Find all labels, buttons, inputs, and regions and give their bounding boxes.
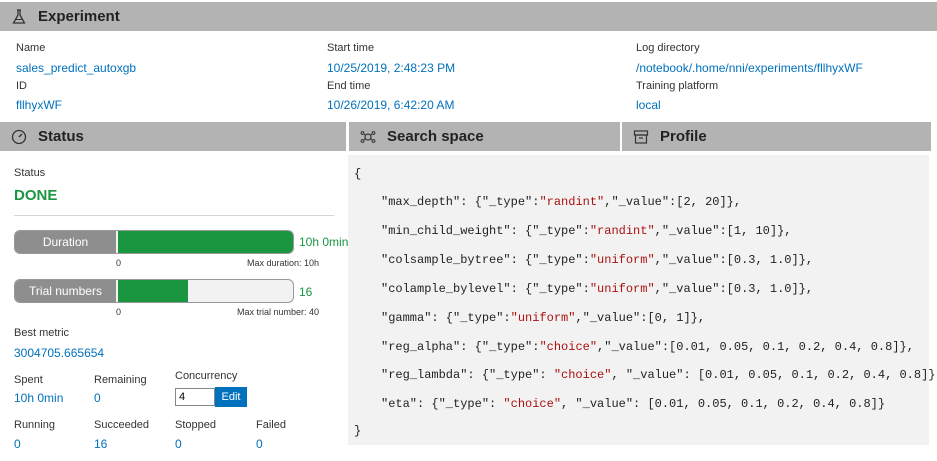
training-platform-value: local [636,98,661,112]
code-segment: ,"_value":[0.3, 1.0]}, [654,252,814,267]
id-label: ID [16,80,27,92]
code-line: "gamma": {"_type":"uniform","_value":[0,… [381,311,705,325]
failed-label: Failed [256,419,286,431]
code-type-string: "randint" [539,195,605,209]
search-space-header: Search space [349,122,620,151]
code-line: "reg_lambda": {"_type": "choice", "_valu… [381,368,937,382]
running-value: 0 [14,437,21,451]
code-segment: "min_child_weight": {"_type": [381,223,590,238]
code-type-string: "randint" [589,223,655,238]
profile-tab-title: Profile [660,128,707,145]
succeeded-label: Succeeded [94,419,150,431]
code-segment: ,"_value":[0, 1]}, [575,310,706,325]
training-platform-label: Training platform [636,80,719,92]
end-time-label: End time [327,80,371,92]
code-segment: ,"_value":[1, 10]}, [654,223,792,238]
duration-fill [118,231,293,253]
code-type-string: "choice" [553,368,612,383]
concurrency-input[interactable] [175,388,215,406]
gauge-icon [10,128,28,146]
code-type-string: "uniform" [589,281,655,296]
code-line: "eta": {"_type": "choice", "_value": [0.… [381,397,885,411]
trial-numbers-fill [118,280,188,302]
duration-min: 0 [116,258,122,268]
code-type-string: "uniform" [589,252,655,267]
stopped-value: 0 [175,437,182,451]
name-label: Name [16,42,46,54]
code-segment: "max_depth": {"_type": [381,195,540,209]
archive-box-icon [632,128,650,146]
duration-value: 10h 0min [299,235,349,249]
code-close-brace: } [354,424,362,438]
best-metric-label: Best metric [14,327,70,339]
code-segment: "eta": {"_type": [381,397,504,412]
trial-numbers-label: Trial numbers [15,280,116,302]
code-segment: "reg_lambda": {"_type": [381,368,554,383]
remaining-value: 0 [94,391,101,405]
code-open-brace: { [354,167,362,181]
status-header: Status [0,122,346,151]
start-time-value: 10/25/2019, 2:48:23 PM [327,61,456,75]
code-segment: "colample_bylevel": {"_type": [381,281,590,296]
code-segment: , "_value": [0.01, 0.05, 0.1, 0.2, 0.4, … [611,368,937,383]
status-tab-title: Status [38,128,84,145]
code-type-string: "choice" [503,397,562,412]
status-divider [14,215,334,216]
code-line: "colsample_bytree": {"_type":"uniform","… [381,253,813,267]
duration-label: Duration [15,231,116,253]
code-segment: "colsample_bytree": {"_type": [381,252,590,267]
experiment-name: sales_predict_autoxgb [16,61,137,75]
code-line: "colample_bylevel": {"_type":"uniform","… [381,282,813,296]
running-label: Running [14,419,55,431]
trial-numbers-progress: Trial numbers [14,279,294,303]
code-segment: ,"_value":[0.3, 1.0]}, [654,281,814,296]
status-value: DONE [14,187,58,204]
edit-concurrency-button[interactable]: Edit [215,387,247,407]
code-segment: "gamma": {"_type": [381,310,511,325]
cluster-icon [359,128,377,146]
code-segment: ,"_value":[0.01, 0.05, 0.1, 0.2, 0.4, 0.… [597,339,914,354]
code-line: "min_child_weight": {"_type":"randint","… [381,224,791,238]
profile-header: Profile [622,122,931,151]
code-line: "max_depth": {"_type":"randint","_value"… [381,195,741,209]
remaining-label: Remaining [94,374,147,386]
start-time-label: Start time [327,42,375,54]
spent-label: Spent [14,374,43,386]
experiment-header: Experiment [0,2,937,31]
code-line: "reg_alpha": {"_type":"choice","_value":… [381,340,914,354]
end-time-value: 10/26/2019, 6:42:20 AM [327,98,455,112]
code-type-string: "uniform" [510,310,576,325]
search-space-code: { "max_depth": {"_type":"randint","_valu… [348,155,937,445]
log-directory-label: Log directory [636,42,700,54]
search-space-tab-title: Search space [387,128,484,145]
trial-numbers-max: Max trial number: 40 [237,307,320,317]
spent-value: 10h 0min [14,391,64,405]
duration-progress: Duration [14,230,294,254]
code-segment: , "_value": [0.01, 0.05, 0.1, 0.2, 0.4, … [561,397,886,412]
stopped-label: Stopped [175,419,216,431]
failed-value: 0 [256,437,263,451]
code-segment: ,"_value":[2, 20]}, [604,195,742,209]
code-type-string: "choice" [539,339,598,354]
trial-numbers-value: 16 [299,285,313,299]
best-metric-value: 3004705.665654 [14,346,105,360]
code-segment: "reg_alpha": {"_type": [381,339,540,354]
log-directory-link[interactable]: /notebook/.home/nni/experiments/fllhyxWF [636,61,863,75]
duration-max: Max duration: 10h [247,258,320,268]
status-label: Status [14,167,46,179]
concurrency-label: Concurrency [175,370,238,382]
experiment-title: Experiment [38,8,120,25]
experiment-id: fllhyxWF [16,98,62,112]
flask-icon [10,8,28,26]
trial-numbers-min: 0 [116,307,122,317]
succeeded-value: 16 [94,437,108,451]
